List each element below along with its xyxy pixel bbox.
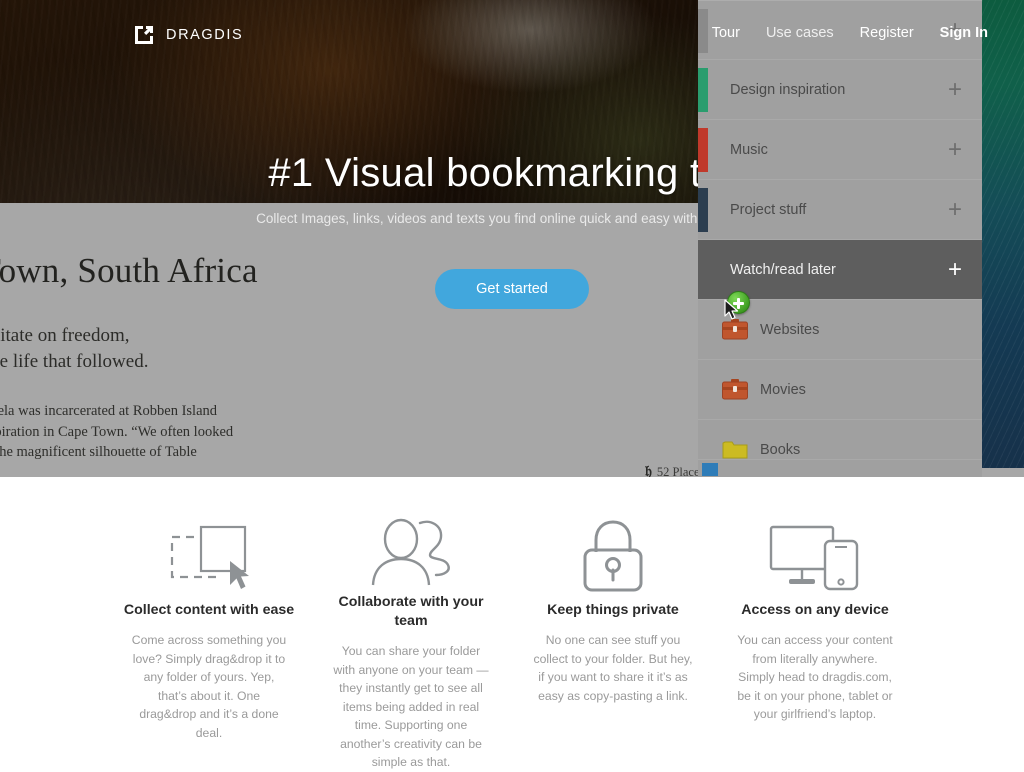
nav-link-register[interactable]: Register bbox=[860, 25, 914, 41]
article-body-text: son Mandela was incarcerated at Robben I… bbox=[0, 403, 234, 460]
nav-link-tour[interactable]: Tour bbox=[712, 25, 740, 41]
dragdis-bracket-logo-icon bbox=[135, 26, 153, 44]
briefcase-folder-icon bbox=[722, 379, 748, 400]
briefcase-folder-icon bbox=[722, 319, 748, 340]
people-group-icon bbox=[371, 518, 450, 586]
sidebar-item-folder-design-inspiration[interactable]: Design inspiration + bbox=[698, 60, 982, 120]
add-to-folder-plus-icon[interactable]: + bbox=[948, 77, 962, 102]
feature-title: Collaborate with your team bbox=[338, 594, 484, 629]
feature-card: Collect content with ease Come across som… bbox=[108, 477, 310, 768]
sidebar-item-folder-movies[interactable]: Movies bbox=[698, 360, 982, 420]
feature-title: Keep things private bbox=[547, 602, 679, 618]
nav-link-sign-in[interactable]: Sign In bbox=[940, 25, 988, 41]
people-group-icon bbox=[368, 517, 454, 587]
feature-description: You can access your content from literal… bbox=[737, 633, 893, 721]
sidebar-item-folder-music[interactable]: Music + bbox=[698, 120, 982, 180]
top-navigation: DRAGDIS Tour Use cases Register Sign In bbox=[0, 0, 1024, 66]
nav-links: Tour Use cases Register Sign In bbox=[712, 25, 988, 41]
folder-label: Websites bbox=[760, 321, 820, 338]
nav-link-use-cases[interactable]: Use cases bbox=[766, 25, 834, 41]
folder-icon bbox=[722, 438, 748, 460]
briefcase-folder-icon bbox=[722, 318, 748, 340]
panel-footer bbox=[698, 459, 982, 477]
get-started-button[interactable]: Get started bbox=[435, 269, 589, 309]
folder-color-bar bbox=[698, 188, 708, 232]
add-to-folder-plus-icon[interactable]: + bbox=[948, 197, 962, 222]
feature-title: Collect content with ease bbox=[123, 602, 295, 618]
add-to-folder-plus-icon[interactable]: + bbox=[948, 137, 962, 162]
padlock-icon bbox=[583, 520, 643, 592]
drag-drop-square-icon bbox=[168, 517, 250, 595]
drag-cursor-icon bbox=[724, 299, 739, 320]
folder-label: Design inspiration bbox=[730, 81, 846, 98]
feature-title: Access on any device bbox=[741, 602, 889, 618]
feature-card: Access on any device You can access your … bbox=[714, 477, 916, 768]
folder-label: Movies bbox=[760, 381, 806, 398]
monitor-phone-icon bbox=[769, 525, 859, 591]
feature-description: No one can see stuff you collect to your… bbox=[533, 633, 693, 703]
dragdis-sidebar-screenshot: + Design inspiration + Music + Project stuff +… bbox=[698, 0, 1024, 477]
features-section: Collect content with ease Come across som… bbox=[0, 477, 1024, 769]
panel-footer-tag-icon bbox=[702, 463, 718, 476]
feature-description: Come across something you love? Simply d… bbox=[131, 633, 287, 740]
folder-color-bar bbox=[698, 128, 708, 172]
padlock-icon bbox=[582, 517, 644, 595]
folder-label: Watch/read later bbox=[730, 261, 836, 278]
brand-name: DRAGDIS bbox=[166, 27, 244, 43]
folder-label: Books bbox=[760, 441, 801, 458]
feature-card: Collaborate with your team You can share … bbox=[310, 477, 512, 769]
article-deck: to meditate on freedom, creative life th… bbox=[0, 325, 149, 372]
brand-logo[interactable]: DRAGDIS bbox=[133, 24, 243, 46]
folder-color-bar bbox=[698, 68, 708, 112]
hero-section: ape Town, South Africa to meditate on fr… bbox=[0, 0, 1024, 477]
briefcase-folder-icon bbox=[722, 378, 748, 400]
add-to-folder-plus-icon[interactable]: + bbox=[948, 257, 962, 282]
panel-background-photo bbox=[982, 0, 1024, 468]
article-headline: ape Town, South Africa bbox=[0, 251, 258, 290]
folder-label: Music bbox=[730, 141, 768, 158]
nyt-logo-icon: 𝔥 bbox=[645, 464, 652, 477]
folder-list: + Design inspiration + Music + Project stuff +… bbox=[698, 0, 982, 468]
monitor-phone-icon bbox=[769, 517, 861, 595]
sidebar-item-folder-project-stuff[interactable]: Project stuff + bbox=[698, 180, 982, 240]
feature-description: You can share your folder with anyone on… bbox=[333, 644, 489, 769]
feature-card: Keep things private No one can see stuff … bbox=[512, 477, 714, 768]
folder-icon bbox=[722, 441, 748, 459]
folder-label: Project stuff bbox=[730, 201, 807, 218]
drag-drop-square-icon bbox=[170, 525, 249, 589]
